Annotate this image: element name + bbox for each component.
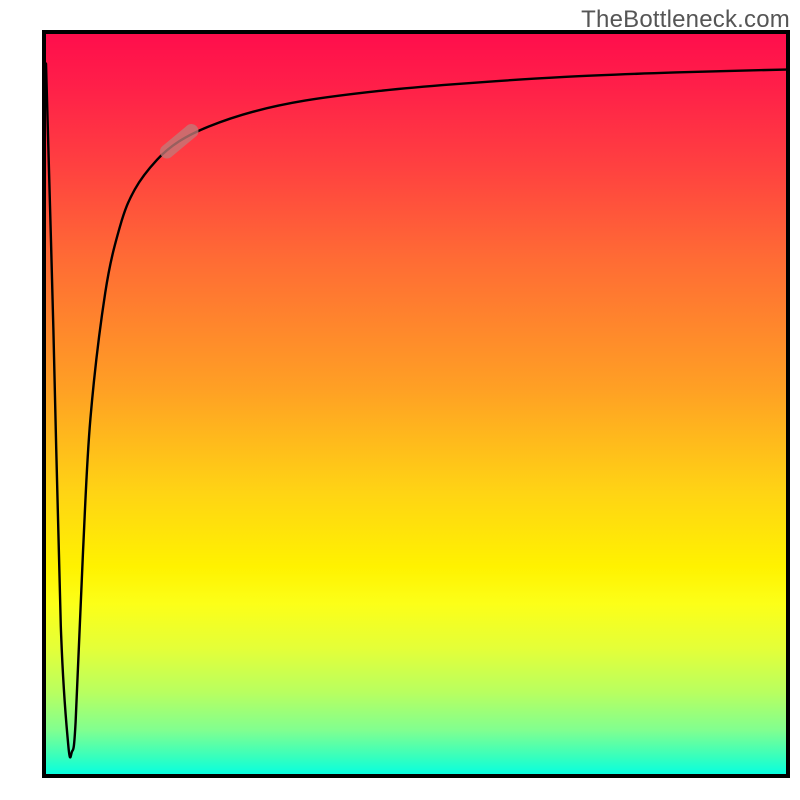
watermark-text: TheBottleneck.com — [581, 6, 790, 34]
highlight-marker — [157, 121, 201, 161]
curve-path — [46, 64, 786, 758]
plot-area — [42, 30, 790, 778]
chart-container: TheBottleneck.com — [0, 0, 800, 800]
curve-layer — [42, 30, 790, 778]
